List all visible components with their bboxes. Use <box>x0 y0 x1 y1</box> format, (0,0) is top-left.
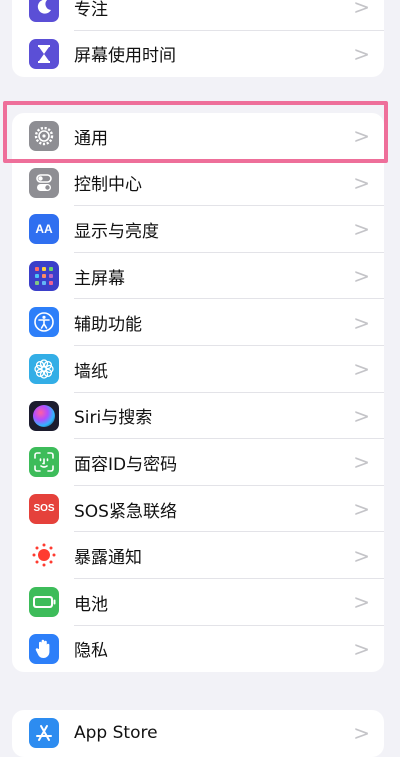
settings-row-home-screen[interactable]: 主屏幕 > <box>12 253 384 300</box>
gear-icon <box>29 121 59 151</box>
settings-row-wallpaper[interactable]: 墙纸 > <box>12 346 384 393</box>
chevron-right-icon: > <box>353 403 370 428</box>
settings-row-emergency-sos[interactable]: SOS SOS紧急联络 > <box>12 486 384 533</box>
settings-row-label: 暴露通知 <box>74 548 142 569</box>
chevron-right-icon: > <box>353 0 370 20</box>
text-size-glyph: AA <box>35 222 53 237</box>
siri-icon <box>29 400 59 431</box>
settings-row-label: 墙纸 <box>74 361 108 382</box>
settings-row-label: 电池 <box>74 594 108 615</box>
hand-icon <box>29 633 59 664</box>
settings-row-app-store[interactable]: App Store > <box>12 710 384 757</box>
exposure-notification-icon <box>29 540 59 571</box>
settings-row-privacy[interactable]: 隐私 > <box>12 626 384 673</box>
moon-icon <box>29 0 59 22</box>
chevron-right-icon: > <box>353 450 370 475</box>
hourglass-icon <box>29 38 59 69</box>
settings-row-siri-search[interactable]: Siri与搜索 > <box>12 393 384 440</box>
settings-row-label: 专注 <box>74 0 108 20</box>
settings-row-label: 主屏幕 <box>74 268 125 289</box>
settings-row-face-id-passcode[interactable]: 面容ID与密码 > <box>12 439 384 486</box>
chevron-right-icon: > <box>353 636 370 661</box>
settings-row-focus[interactable]: 专注 > <box>12 0 384 31</box>
settings-row-accessibility[interactable]: 辅助功能 > <box>12 299 384 346</box>
settings-row-label: 面容ID与密码 <box>74 454 178 475</box>
settings-row-label: App Store <box>74 723 158 744</box>
settings-row-label: 辅助功能 <box>74 315 142 336</box>
chevron-right-icon: > <box>353 357 370 382</box>
chevron-right-icon: > <box>353 170 370 195</box>
face-id-icon <box>29 447 59 478</box>
chevron-right-icon: > <box>353 217 370 242</box>
toggles-icon <box>29 167 59 198</box>
sos-glyph: SOS <box>33 503 55 515</box>
settings-row-label: 屏幕使用时间 <box>74 46 176 67</box>
chevron-right-icon: > <box>353 124 370 149</box>
sos-icon: SOS <box>29 493 59 524</box>
battery-icon <box>29 586 59 617</box>
chevron-right-icon: > <box>353 310 370 335</box>
text-size-icon: AA <box>29 214 59 245</box>
settings-row-label: 通用 <box>74 128 108 149</box>
settings-row-label: SOS紧急联络 <box>74 501 177 522</box>
settings-row-label: Siri与搜索 <box>74 408 153 429</box>
chevron-right-icon: > <box>353 721 370 746</box>
settings-row-label: 显示与亮度 <box>74 221 159 242</box>
settings-group-general: 通用 > 控制中心 > AA 显示与亮度 > 主屏幕 > 辅助功能 > 墙纸 >… <box>12 113 384 673</box>
chevron-right-icon: > <box>353 497 370 522</box>
settings-row-label: 隐私 <box>74 641 108 662</box>
settings-group-focus: 专注 > 屏幕使用时间 > <box>12 0 384 78</box>
settings-row-label: 控制中心 <box>74 175 142 196</box>
chevron-right-icon: > <box>353 543 370 568</box>
chevron-right-icon: > <box>353 41 370 66</box>
home-grid-icon <box>29 260 59 291</box>
settings-row-control-center[interactable]: 控制中心 > <box>12 160 384 207</box>
chevron-right-icon: > <box>353 264 370 289</box>
settings-group-app-store: App Store > <box>12 710 384 757</box>
settings-row-display-brightness[interactable]: AA 显示与亮度 > <box>12 206 384 253</box>
settings-row-exposure-notifications[interactable]: 暴露通知 > <box>12 532 384 579</box>
settings-row-battery[interactable]: 电池 > <box>12 579 384 626</box>
accessibility-icon <box>29 307 59 338</box>
wallpaper-flower-icon <box>29 353 59 384</box>
settings-row-screen-time[interactable]: 屏幕使用时间 > <box>12 31 384 78</box>
settings-row-general[interactable]: 通用 > <box>12 113 384 160</box>
chevron-right-icon: > <box>353 590 370 615</box>
